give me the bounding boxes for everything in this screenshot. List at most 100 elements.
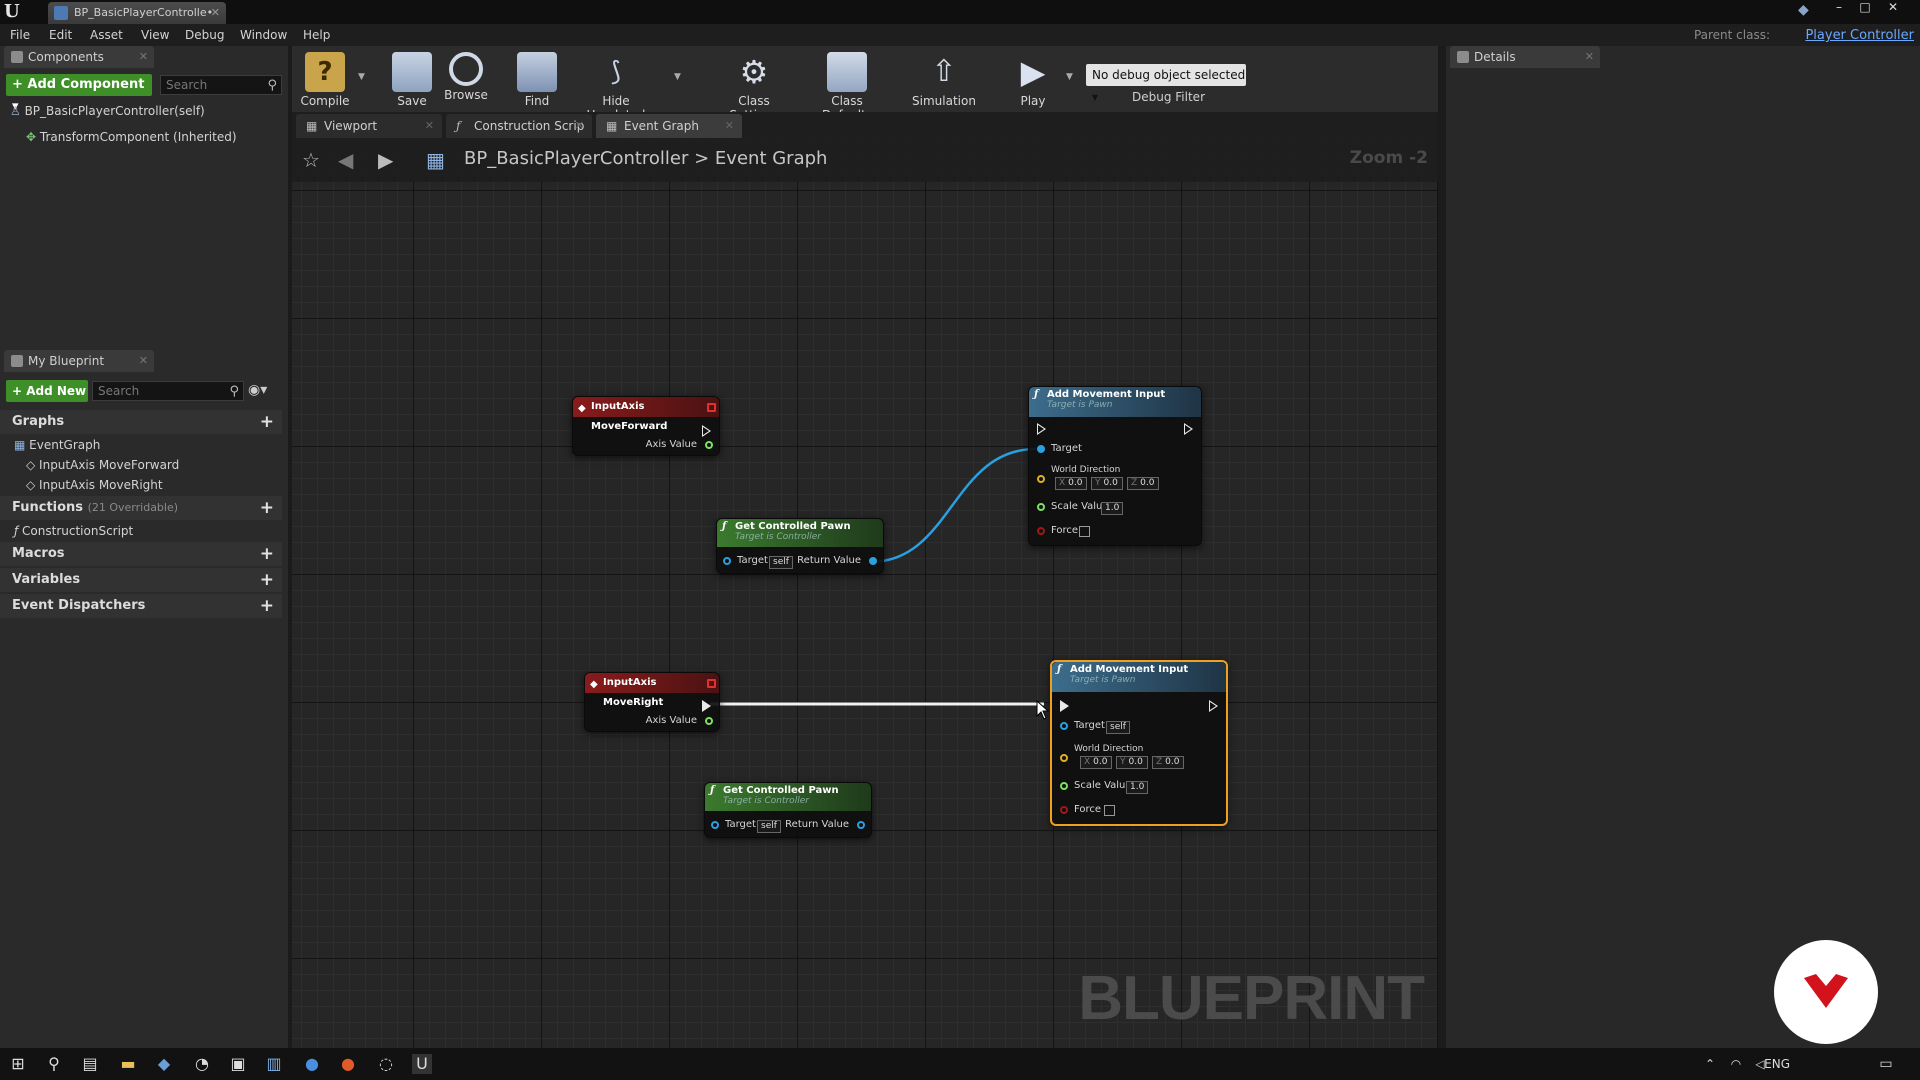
menu-window[interactable]: Window xyxy=(240,28,287,42)
macros-section-header[interactable]: Macros + xyxy=(0,542,282,566)
exec-out-pin[interactable] xyxy=(1209,700,1218,712)
variables-section-header[interactable]: Variables + xyxy=(0,568,282,592)
app-icon[interactable]: ◌ xyxy=(376,1054,396,1074)
event-delegate-pin[interactable] xyxy=(707,679,716,688)
target-value-field[interactable]: self xyxy=(757,820,781,833)
world-direction-y-field[interactable]: Y 0.0 xyxy=(1116,756,1148,769)
component-item[interactable]: ♙ BP_BasicPlayerController(self) xyxy=(10,104,205,118)
target-pin[interactable] xyxy=(723,557,731,565)
add-component-button[interactable]: + Add Component ▾ xyxy=(6,74,152,114)
close-tab-icon[interactable]: ✕ xyxy=(139,46,148,68)
notification-icon[interactable]: ▭ xyxy=(1876,1054,1896,1074)
menu-edit[interactable]: Edit xyxy=(49,28,72,42)
add-new-button[interactable]: + Add New ▾ xyxy=(6,380,88,420)
play-options-chevron-icon[interactable]: ▼ xyxy=(1066,72,1073,82)
graph-item-moveright[interactable]: ◇ InputAxis MoveRight xyxy=(26,478,163,492)
document-tab[interactable]: BP_BasicPlayerControlle• ✕ xyxy=(48,2,226,24)
tab-event-graph[interactable]: ▦ Event Graph ✕ xyxy=(596,114,742,138)
browse-button[interactable]: Browse xyxy=(440,52,492,102)
compile-button[interactable]: ? Compile xyxy=(296,52,354,108)
network-icon[interactable]: ◠ xyxy=(1726,1054,1746,1074)
axis-value-pin[interactable] xyxy=(705,441,713,449)
world-direction-x-field[interactable]: X 0.0 xyxy=(1080,756,1112,769)
graph-item-moveforward[interactable]: ◇ InputAxis MoveForward xyxy=(26,458,179,472)
menu-asset[interactable]: Asset xyxy=(90,28,123,42)
event-delegate-pin[interactable] xyxy=(707,403,716,412)
add-graph-icon[interactable]: + xyxy=(260,410,274,434)
compile-options-chevron-icon[interactable]: ▼ xyxy=(358,72,365,82)
play-button[interactable]: ▶ Play xyxy=(1008,52,1058,108)
axis-value-pin[interactable] xyxy=(705,717,713,725)
chevron-up-icon[interactable]: ⌃ xyxy=(1700,1054,1720,1074)
close-tab-icon[interactable]: ✕ xyxy=(139,350,148,372)
scale-value-pin[interactable] xyxy=(1060,782,1068,790)
node-inputaxis-moveforward[interactable]: ◆ InputAxis MoveForward Axis Value xyxy=(572,396,720,456)
recorder-logo[interactable] xyxy=(1774,940,1878,1044)
close-tab-icon[interactable]: ✕ xyxy=(211,2,220,24)
app-icon[interactable]: ● xyxy=(302,1054,322,1074)
parent-class-link[interactable]: Player Controller xyxy=(1805,28,1914,43)
components-tab[interactable]: Components ✕ xyxy=(4,46,154,68)
world-direction-pin[interactable] xyxy=(1037,475,1045,483)
add-event-dispatcher-icon[interactable]: + xyxy=(260,594,274,618)
windows-start-icon[interactable]: ⊞ xyxy=(8,1054,28,1074)
add-variable-icon[interactable]: + xyxy=(260,568,274,592)
functions-section-header[interactable]: Functions (21 Overridable) + xyxy=(0,496,282,520)
add-macro-icon[interactable]: + xyxy=(260,542,274,566)
marketplace-icon[interactable]: ◆ xyxy=(1798,2,1816,20)
node-add-movement-input-selected[interactable]: ƒ Add Movement Input Target is Pawn Target… xyxy=(1050,660,1228,826)
world-direction-y-field[interactable]: Y 0.0 xyxy=(1091,477,1123,490)
unreal-engine-taskbar-icon[interactable]: U xyxy=(412,1054,432,1074)
force-checkbox[interactable] xyxy=(1104,805,1115,816)
language-indicator[interactable]: ENG xyxy=(1764,1057,1790,1071)
target-pin[interactable] xyxy=(711,821,719,829)
exec-out-pin[interactable] xyxy=(1184,423,1193,435)
node-add-movement-input[interactable]: ƒ Add Movement Input Target is Pawn Target… xyxy=(1028,386,1202,546)
menu-debug[interactable]: Debug xyxy=(185,28,224,42)
minimize-button[interactable]: – xyxy=(1828,0,1850,16)
function-item-constructionscript[interactable]: ƒ ConstructionScript xyxy=(14,524,133,538)
return-value-pin[interactable] xyxy=(857,821,865,829)
target-pin[interactable] xyxy=(1060,722,1068,730)
task-view-icon[interactable]: ▤ xyxy=(80,1054,100,1074)
world-direction-pin[interactable] xyxy=(1060,754,1068,762)
force-pin[interactable] xyxy=(1037,527,1045,535)
graphs-section-header[interactable]: Graphs + xyxy=(0,410,282,434)
scale-value-pin[interactable] xyxy=(1037,503,1045,511)
return-value-pin[interactable] xyxy=(869,557,877,565)
exec-out-pin[interactable] xyxy=(702,425,711,437)
menu-file[interactable]: File xyxy=(10,28,30,42)
force-checkbox[interactable] xyxy=(1079,526,1090,537)
close-tab-icon[interactable]: ✕ xyxy=(575,114,584,138)
scale-value-field[interactable]: 1.0 xyxy=(1101,502,1124,515)
close-tab-icon[interactable]: ✕ xyxy=(725,114,734,138)
exec-in-pin[interactable] xyxy=(1060,700,1069,712)
exec-in-pin[interactable] xyxy=(1037,423,1046,435)
visibility-eye-icon[interactable]: ◉▾ xyxy=(248,382,267,398)
menu-help[interactable]: Help xyxy=(303,28,330,42)
world-direction-z-field[interactable]: Z 0.0 xyxy=(1152,756,1184,769)
add-function-icon[interactable]: + xyxy=(260,496,274,520)
my-blueprint-search-input[interactable]: Search ⚲ xyxy=(92,381,244,401)
find-button[interactable]: Find xyxy=(512,52,562,108)
steam-icon[interactable]: ◔ xyxy=(192,1054,212,1074)
app-icon[interactable]: ◆ xyxy=(154,1054,174,1074)
scale-value-field[interactable]: 1.0 xyxy=(1126,781,1149,794)
search-icon[interactable]: ⚲ xyxy=(44,1054,64,1074)
hide-unrelated-chevron-icon[interactable]: ▼ xyxy=(674,72,681,82)
node-get-controlled-pawn[interactable]: ƒ Get Controlled Pawn Target is Controller… xyxy=(716,518,884,574)
exec-out-pin[interactable] xyxy=(702,700,711,712)
app-icon[interactable]: ▣ xyxy=(228,1054,248,1074)
components-search-input[interactable]: Search ⚲ xyxy=(160,75,282,95)
my-blueprint-tab[interactable]: My Blueprint ✕ xyxy=(4,350,154,372)
target-pin[interactable] xyxy=(1037,445,1045,453)
save-button[interactable]: Save xyxy=(388,52,436,108)
file-explorer-icon[interactable]: ▬ xyxy=(118,1054,138,1074)
close-tab-icon[interactable]: ✕ xyxy=(425,114,434,138)
tab-viewport[interactable]: ▦ Viewport ✕ xyxy=(296,114,442,138)
event-graph-canvas[interactable]: ☆ ◀ ▶ ▦ BP_BasicPlayerController > Event… xyxy=(292,138,1438,1048)
simulation-button[interactable]: ⇧ Simulation xyxy=(908,52,980,108)
target-value-field[interactable]: self xyxy=(769,556,793,569)
force-pin[interactable] xyxy=(1060,806,1068,814)
world-direction-z-field[interactable]: Z 0.0 xyxy=(1127,477,1159,490)
